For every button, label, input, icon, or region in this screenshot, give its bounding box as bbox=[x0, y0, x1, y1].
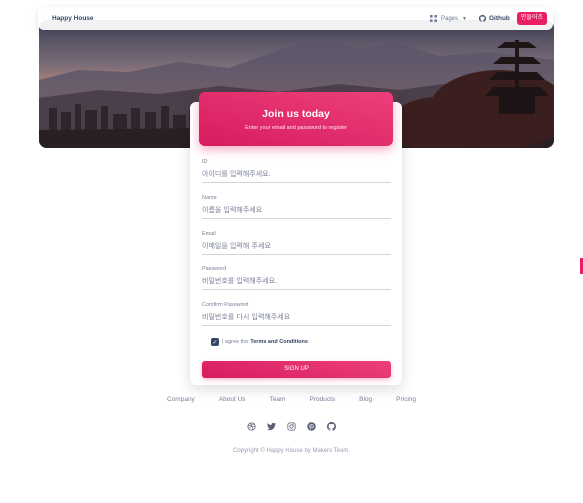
pages-label: Pages bbox=[440, 15, 458, 22]
grid-icon bbox=[429, 15, 437, 22]
name-input[interactable] bbox=[202, 201, 391, 219]
signup-card: Join us today Enter your email and passw… bbox=[190, 92, 402, 385]
footer-link-company[interactable]: Company bbox=[167, 396, 195, 403]
pinterest-icon[interactable] bbox=[307, 421, 317, 431]
email-input[interactable] bbox=[202, 237, 391, 255]
confirm-password-input[interactable] bbox=[202, 308, 391, 326]
navbar: Happy House Pages ▼ Github 만들어조 bbox=[38, 7, 553, 30]
create-button[interactable]: 만들어조 bbox=[516, 12, 547, 25]
id-field-group: ID bbox=[202, 159, 391, 183]
dribbble-icon[interactable] bbox=[247, 421, 257, 431]
signup-button[interactable]: SIGN UP bbox=[202, 361, 391, 378]
footer-link-blog[interactable]: Blog bbox=[359, 396, 372, 403]
github-icon bbox=[478, 15, 486, 22]
agree-text: I agree the bbox=[222, 339, 249, 345]
twitter-icon[interactable] bbox=[267, 421, 277, 431]
pages-dropdown[interactable]: Pages ▼ bbox=[429, 15, 467, 22]
github-icon[interactable] bbox=[327, 421, 337, 431]
copyright-text: Copyright © Happy House by Makers Team. bbox=[232, 448, 351, 454]
instagram-icon[interactable] bbox=[287, 421, 297, 431]
footer-link-pricing[interactable]: Pricing bbox=[396, 396, 416, 403]
terms-checkbox[interactable]: ✓ bbox=[211, 338, 219, 346]
card-title: Join us today bbox=[262, 108, 330, 120]
social-links bbox=[0, 421, 583, 431]
footer-link-team[interactable]: Team bbox=[270, 396, 286, 403]
footer-link-about[interactable]: About Us bbox=[219, 396, 246, 403]
confirm-password-field-group: Comfirm Password bbox=[202, 302, 391, 326]
password-field-group: Password bbox=[202, 266, 391, 290]
footer-links: Company About Us Team Products Blog Pric… bbox=[0, 396, 583, 403]
password-input[interactable] bbox=[202, 272, 391, 290]
card-header: Join us today Enter your email and passw… bbox=[199, 92, 393, 146]
github-label: Github bbox=[488, 15, 510, 22]
brand-logo[interactable]: Happy House bbox=[52, 15, 430, 22]
terms-link[interactable]: Terms and Conditions bbox=[250, 339, 308, 345]
email-field-group: Email bbox=[202, 231, 391, 255]
name-field-group: Name bbox=[202, 195, 391, 219]
card-subtitle: Enter your email and password to registe… bbox=[245, 125, 347, 131]
terms-agreement: ✓ I agree the Terms and Conditions bbox=[211, 338, 308, 346]
id-input[interactable] bbox=[202, 165, 391, 183]
github-link[interactable]: Github bbox=[478, 15, 510, 22]
footer-link-products[interactable]: Products bbox=[309, 396, 335, 403]
chevron-down-icon: ▼ bbox=[462, 15, 467, 22]
